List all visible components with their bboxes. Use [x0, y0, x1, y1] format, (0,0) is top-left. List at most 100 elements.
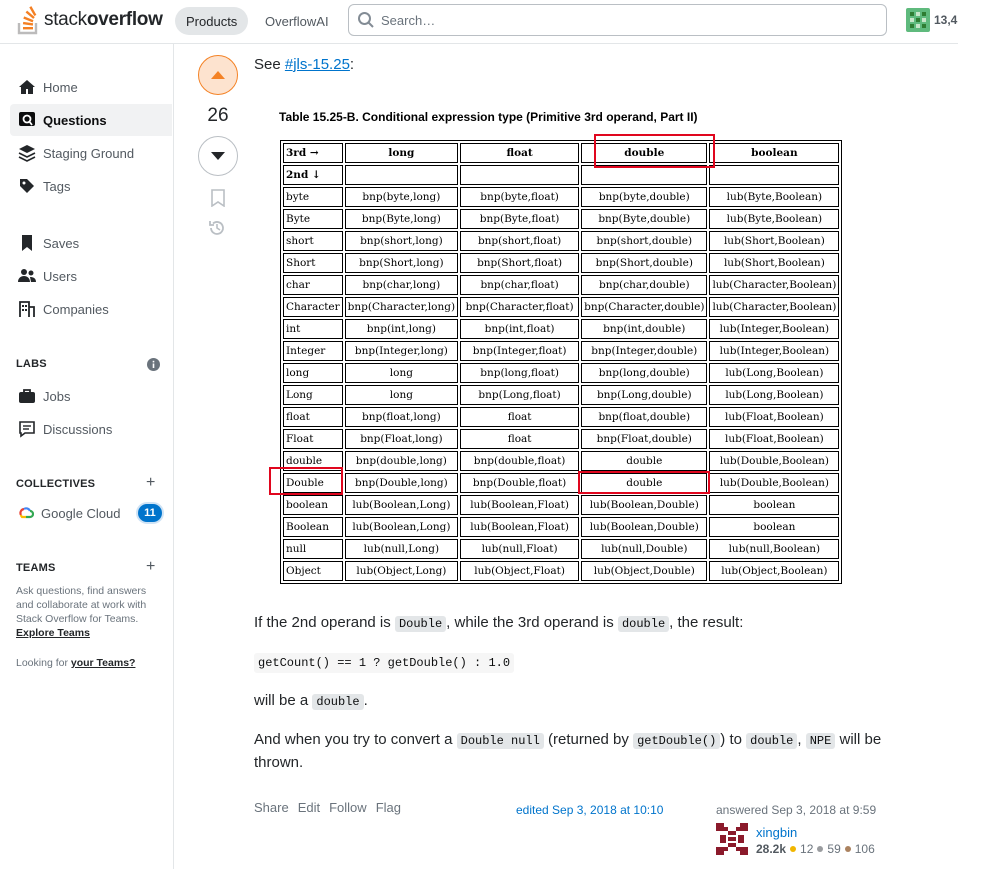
table-cell: [581, 165, 708, 185]
downvote-button[interactable]: [198, 136, 238, 176]
gold-badge-icon: [790, 846, 797, 852]
search-icon: [358, 12, 374, 28]
user-profile-button[interactable]: 13,4: [906, 8, 957, 32]
table-cell: bnp(double,long): [344, 451, 459, 471]
silver-badge-count: 59: [827, 842, 841, 856]
sidebar-item-home[interactable]: Home: [10, 71, 172, 103]
table-row: Short bnp(Short,long) bnp(Short,float) bnp(…: [283, 253, 840, 273]
table-cell: lub(Boolean,Float): [460, 517, 580, 537]
row-label-cell: short: [283, 231, 343, 251]
looking-for-teams: Looking for your Teams?: [16, 657, 136, 669]
table-cell: bnp(char,float): [460, 275, 580, 295]
table-row: short bnp(short,long) bnp(short,float) bnp(…: [283, 231, 840, 251]
explore-teams-link[interactable]: Explore Teams: [16, 627, 90, 639]
row-label-cell: Long: [283, 385, 343, 405]
briefcase-icon: [19, 389, 35, 403]
table-cell: lub(Boolean,Long): [344, 495, 459, 515]
user-reputation-summary: 28.2k 12 59 106: [756, 842, 875, 856]
stackoverflow-logo[interactable]: stackoverflow: [16, 4, 163, 36]
row-label-cell: Byte: [283, 209, 343, 229]
upvote-button[interactable]: [198, 55, 238, 95]
google-cloud-icon: [19, 507, 34, 519]
sidebar-item-staging-ground[interactable]: Staging Ground: [10, 137, 172, 169]
table-cell: float: [460, 429, 580, 449]
sidebar-item-discussions[interactable]: Discussions: [10, 413, 172, 445]
table-cell: boolean: [709, 495, 840, 515]
sidebar-item-label: Companies: [43, 301, 109, 317]
inline-code: Double: [394, 616, 447, 632]
your-teams-link[interactable]: your Teams?: [71, 657, 136, 669]
search-input[interactable]: [381, 12, 861, 28]
table-row: Float bnp(Float,long) float bnp(Float,doubl…: [283, 429, 840, 449]
table-cell: lub(Integer,Boolean): [709, 319, 840, 339]
table-cell: bnp(Float,long): [344, 429, 459, 449]
table-cell: [344, 165, 459, 185]
table-cell: bnp(Byte,long): [344, 209, 459, 229]
edit-link[interactable]: Edit: [298, 800, 320, 815]
table-cell: bnp(float,double): [581, 407, 708, 427]
table-row: double bnp(double,long) bnp(double,float) d…: [283, 451, 840, 471]
edited-timestamp[interactable]: edited Sep 3, 2018 at 10:10: [516, 803, 663, 817]
sidebar-item-label: Tags: [43, 178, 71, 194]
sidebar-item-questions[interactable]: Questions: [10, 104, 172, 136]
table-cell: bnp(Long,float): [460, 385, 580, 405]
table-cell: bnp(Character,long): [344, 297, 459, 317]
row-label-cell: Character: [283, 297, 343, 317]
history-icon[interactable]: [208, 219, 226, 237]
table-row: Object lub(Object,Long) lub(Object,Float) l…: [283, 561, 840, 581]
bookmark-icon[interactable]: [211, 189, 225, 207]
add-team-icon[interactable]: +: [146, 558, 155, 576]
inline-code: double: [617, 616, 670, 632]
inline-code: double: [746, 733, 798, 749]
table-cell: bnp(Short,double): [581, 253, 708, 273]
paragraph-1: If the 2nd operand is Double, while the …: [254, 614, 744, 632]
table-row: Character bnp(Character,long) bnp(Characte…: [283, 297, 840, 317]
table-cell: lub(null,Long): [344, 539, 459, 559]
left-sidebar: Home Questions Staging Ground Tags Saves…: [0, 44, 174, 869]
add-collective-icon[interactable]: +: [146, 474, 155, 492]
table-cell: boolean: [709, 517, 840, 537]
table-row: float bnp(float,long) float bnp(float,doubl…: [283, 407, 840, 427]
sidebar-item-jobs[interactable]: Jobs: [10, 380, 172, 412]
share-link[interactable]: Share: [254, 800, 289, 815]
sidebar-item-users[interactable]: Users: [10, 260, 172, 292]
table-cell: lub(null,Boolean): [709, 539, 840, 559]
arrow-down-icon: [211, 152, 225, 160]
table-cell: bnp(short,float): [460, 231, 580, 251]
table-cell: bnp(Short,long): [344, 253, 459, 273]
nav-products[interactable]: Products: [175, 7, 249, 35]
table-cell: long: [344, 363, 459, 383]
staging-ground-icon: [18, 145, 36, 162]
highlight-double-header: [594, 134, 715, 168]
sidebar-item-tags[interactable]: Tags: [10, 170, 172, 202]
table-caption: Table 15.25-B. Conditional expression ty…: [279, 110, 698, 124]
table-cell: lub(Boolean,Double): [581, 495, 708, 515]
row-label-cell: null: [283, 539, 343, 559]
follow-link[interactable]: Follow: [329, 800, 367, 815]
table-cell: bnp(Double,long): [344, 473, 459, 493]
inline-code: double: [312, 694, 364, 710]
teams-heading: TEAMS: [16, 562, 56, 574]
jls-link[interactable]: #jls-15.25: [285, 56, 350, 73]
row-label-cell: Integer: [283, 341, 343, 361]
table-cell: bnp(Long,double): [581, 385, 708, 405]
info-icon[interactable]: [147, 358, 160, 371]
table-cell: lub(Object,Float): [460, 561, 580, 581]
user-avatar[interactable]: [716, 823, 748, 855]
sidebar-item-saves[interactable]: Saves: [10, 227, 172, 259]
user-name-link[interactable]: xingbin: [756, 825, 797, 840]
nav-overflowai[interactable]: OverflowAI: [254, 7, 340, 35]
table-cell: lub(Long,Boolean): [709, 385, 840, 405]
table-cell: float: [460, 407, 580, 427]
answered-timestamp: answered Sep 3, 2018 at 9:59: [716, 803, 877, 817]
table-cell: bnp(long,double): [581, 363, 708, 383]
companies-icon: [19, 301, 35, 317]
sidebar-item-label: Discussions: [43, 421, 113, 437]
flag-link[interactable]: Flag: [376, 800, 401, 815]
search-box[interactable]: [348, 4, 887, 36]
table-cell: bnp(long,float): [460, 363, 580, 383]
table-row: 2nd ↓: [283, 165, 840, 185]
table-row: null lub(null,Long) lub(null,Float) lub(nul…: [283, 539, 840, 559]
table-row: 3rd → long float double boolean: [283, 143, 840, 163]
sidebar-item-companies[interactable]: Companies: [10, 293, 172, 325]
